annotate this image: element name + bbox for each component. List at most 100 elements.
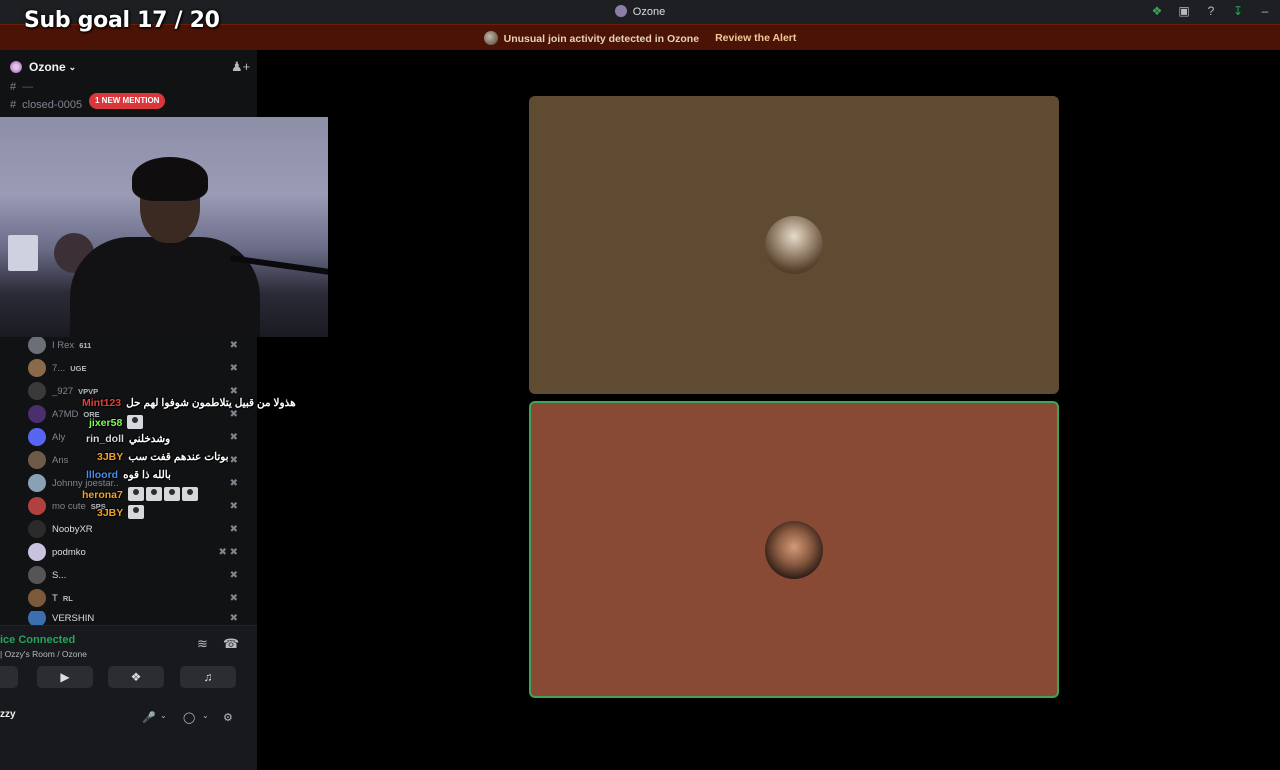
deafen-icon: ✖ ✖ xyxy=(218,546,238,558)
chevron-down-icon[interactable]: ⌄ xyxy=(202,711,209,720)
chat-message: herona7 xyxy=(82,487,200,501)
chat-message: llloord بالله ذا قوه xyxy=(86,469,171,481)
avatar xyxy=(765,520,823,579)
alert-message: Unusual join activity detected in Ozone xyxy=(483,30,700,45)
member-name: A7MD xyxy=(52,408,79,420)
avatar xyxy=(28,589,46,607)
video-tile-participant-1[interactable] xyxy=(529,96,1059,394)
headphones-icon[interactable]: ◯ xyxy=(183,711,195,724)
member-name: mo cute xyxy=(52,500,86,512)
member-name: Ans xyxy=(52,454,69,466)
settings-gear-icon[interactable]: ⚙ xyxy=(223,711,233,724)
deafen-icon: ✖ xyxy=(229,477,238,489)
deafen-icon: ✖ xyxy=(229,500,238,512)
alert-text: Unusual join activity detected in Ozone xyxy=(503,32,700,45)
minimize-icon[interactable]: – xyxy=(1258,3,1272,19)
voice-panel: ice Connected | Ozzy's Room / Ozone ≋ ☎ … xyxy=(0,625,257,770)
deafen-icon: ✖ xyxy=(229,362,238,374)
user-name[interactable]: zzy xyxy=(0,709,16,720)
microphone-icon[interactable]: 🎤 xyxy=(142,711,156,724)
noise-suppression-icon[interactable]: ≋ xyxy=(197,636,208,652)
avatar xyxy=(28,336,46,354)
emote-icon xyxy=(181,487,198,501)
avatar xyxy=(28,474,46,492)
soundboard-button[interactable]: ♫ xyxy=(180,666,236,688)
activities-button[interactable]: ❖ xyxy=(108,666,164,688)
member-row[interactable]: NoobyXR ✖ xyxy=(28,519,248,539)
emote-icon xyxy=(127,415,144,429)
member-tag: VPVP xyxy=(78,386,99,396)
chat-message: 3JBY بوتات عندهم قفت سب xyxy=(97,451,229,463)
avatar xyxy=(28,359,46,377)
chat-nick: Mint123 xyxy=(82,397,122,409)
webcam-person-body xyxy=(70,237,260,337)
member-name: S... xyxy=(52,569,67,581)
new-mention-pill[interactable]: 1 NEW MENTION xyxy=(89,93,166,109)
member-name: _927 xyxy=(52,385,74,397)
deafen-icon: ✖ xyxy=(229,592,238,604)
download-icon[interactable]: ↧ xyxy=(1231,3,1245,19)
screen-share-icon: ▶ xyxy=(60,670,70,684)
chat-nick: herona7 xyxy=(82,489,123,501)
avatar xyxy=(28,382,46,400)
avatar xyxy=(28,497,46,515)
inbox-icon[interactable]: ▣ xyxy=(1177,3,1191,19)
camera-button[interactable] xyxy=(0,666,18,688)
voice-room[interactable]: | Ozzy's Room / Ozone xyxy=(0,649,87,659)
chat-text: بوتات عندهم قفت سب xyxy=(128,451,229,463)
deafen-icon: ✖ xyxy=(229,523,238,535)
member-row[interactable]: I Rex 611 ✖ xyxy=(28,335,248,355)
voice-status: ice Connected xyxy=(0,634,76,646)
screen-share-button[interactable]: ▶ xyxy=(37,666,93,688)
member-name: NoobyXR xyxy=(52,523,93,535)
sidebar: Ozone ⌄ ♟+ # — # closed-0005 1 NEW MENTION… xyxy=(0,50,328,770)
avatar xyxy=(28,428,46,446)
member-name: I Rex xyxy=(52,339,75,351)
member-row[interactable]: podmko ✖ ✖ xyxy=(28,542,248,562)
review-alert-link[interactable]: Review the Alert xyxy=(715,32,796,44)
chat-message: Mint123 هذولا من قبيل يتلاطمون شوفوا لهم … xyxy=(82,397,296,409)
chat-text: بالله ذا قوه xyxy=(123,469,171,481)
chat-nick: jixer58 xyxy=(89,417,123,429)
member-name: podmko xyxy=(52,546,86,558)
channel-name: closed-0005 xyxy=(22,99,83,111)
hash-icon: # xyxy=(10,99,17,111)
member-row[interactable]: 7... UGE ✖ xyxy=(28,358,248,378)
chat-text: وشدخلني xyxy=(128,433,171,445)
avatar xyxy=(28,543,46,561)
disconnect-icon[interactable]: ☎ xyxy=(223,636,239,652)
member-row[interactable]: VERSHIN ✖ xyxy=(28,611,248,625)
hash-icon: # xyxy=(10,81,17,93)
member-name: 7... xyxy=(52,362,66,374)
member-row[interactable]: T RL ✖ xyxy=(28,588,248,608)
user-panel: zzy 🎤 ⌄ ◯ ⌄ ⚙ xyxy=(0,704,257,724)
member-tag: 611 xyxy=(79,340,92,350)
avatar xyxy=(765,216,823,274)
channel-partial[interactable]: # — xyxy=(10,81,33,93)
help-icon[interactable]: ? xyxy=(1204,3,1218,19)
deafen-icon: ✖ xyxy=(229,431,238,443)
deafen-icon: ✖ xyxy=(229,339,238,351)
channel-closed[interactable]: # closed-0005 xyxy=(10,99,82,111)
server-avatar-icon xyxy=(483,30,498,45)
emote-icon xyxy=(145,487,162,501)
member-row[interactable]: S... ✖ xyxy=(28,565,248,585)
deafen-icon: ✖ xyxy=(229,385,238,397)
deafen-icon: ✖ xyxy=(229,454,238,466)
emote-icon xyxy=(127,487,144,501)
emote-icon xyxy=(163,487,180,501)
deafen-icon: ✖ xyxy=(229,612,238,624)
chat-text: هذولا من قبيل يتلاطمون شوفوا لهم حل xyxy=(126,397,296,409)
nitro-leaf-icon[interactable]: ❖ xyxy=(1150,3,1164,19)
server-header[interactable]: Ozone ⌄ xyxy=(0,50,257,84)
video-tile-participant-2-speaking[interactable] xyxy=(529,401,1059,698)
member-tag: RL xyxy=(62,593,73,603)
avatar xyxy=(28,405,46,423)
avatar xyxy=(28,451,46,469)
avatar xyxy=(28,611,46,625)
chat-nick: rin_doll xyxy=(86,433,124,445)
add-member-icon[interactable]: ♟+ xyxy=(231,59,250,75)
chat-nick: 3JBY xyxy=(97,451,124,463)
chat-nick: llloord xyxy=(86,469,119,481)
chevron-down-icon[interactable]: ⌄ xyxy=(160,711,167,720)
